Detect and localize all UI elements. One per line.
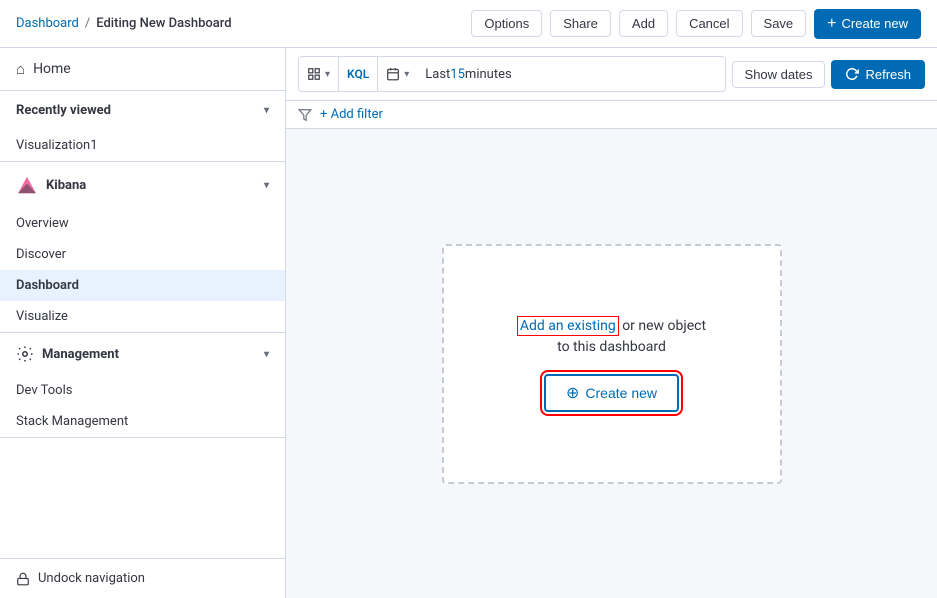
sidebar-item-overview[interactable]: Overview <box>0 208 285 239</box>
create-new-header-button[interactable]: + Create new <box>814 9 921 39</box>
kql-label: KQL <box>347 67 369 81</box>
save-button[interactable]: Save <box>751 10 807 37</box>
management-label: Management <box>42 347 119 362</box>
cancel-button[interactable]: Cancel <box>676 10 742 37</box>
management-chevron-icon: ▾ <box>264 349 269 360</box>
time-prefix: Last <box>425 67 450 82</box>
date-picker-button[interactable]: ▾ <box>378 57 417 91</box>
breadcrumb-separator: / <box>85 16 90 31</box>
kibana-header[interactable]: Kibana ▾ <box>0 162 285 208</box>
panel-icon <box>307 67 321 81</box>
top-actions: Options Share Add Cancel Save + Create n… <box>471 9 921 39</box>
undock-navigation[interactable]: Undock navigation <box>0 558 285 598</box>
management-header-inner: Management <box>16 345 119 363</box>
toolbar: ▾ KQL ▾ Last 15 minutes Show dates <box>286 48 937 101</box>
share-button[interactable]: Share <box>550 10 611 37</box>
top-header: Dashboard / Editing New Dashboard Option… <box>0 0 937 48</box>
add-filter-label: + Add filter <box>320 107 383 122</box>
create-new-header-label: Create new <box>842 16 908 31</box>
time-value: 15 <box>450 67 465 82</box>
dashboard-area: Add an existing or new object to this da… <box>286 129 937 598</box>
breadcrumb-current: Editing New Dashboard <box>96 16 231 31</box>
sidebar-item-dashboard[interactable]: Dashboard <box>0 270 285 301</box>
breadcrumb: Dashboard / Editing New Dashboard <box>16 16 232 31</box>
search-chevron-icon: ▾ <box>325 69 330 80</box>
search-icon-button[interactable]: ▾ <box>299 57 339 91</box>
options-button[interactable]: Options <box>471 10 542 37</box>
recently-viewed-label: Recently viewed <box>16 103 111 118</box>
add-filter-button[interactable]: + Add filter <box>320 107 383 122</box>
filter-icon-button[interactable] <box>298 108 312 122</box>
empty-text-line2: to this dashboard <box>557 339 666 355</box>
visualization1-label: Visualization1 <box>16 138 98 153</box>
recently-viewed-section: Recently viewed ▾ Visualization1 <box>0 91 285 162</box>
kibana-section: Kibana ▾ Overview Discover Dashboard Vis… <box>0 162 285 333</box>
sidebar-item-visualization1[interactable]: Visualization1 <box>0 130 285 161</box>
search-bar: ▾ KQL ▾ Last 15 minutes <box>298 56 726 92</box>
filter-icon <box>298 108 312 122</box>
main-content: ▾ KQL ▾ Last 15 minutes Show dates <box>286 48 937 598</box>
management-header[interactable]: Management ▾ <box>0 333 285 375</box>
sidebar-item-stackmanagement[interactable]: Stack Management <box>0 406 285 437</box>
add-button[interactable]: Add <box>619 10 668 37</box>
kibana-logo-icon <box>16 174 38 196</box>
create-new-dashboard-label: Create new <box>585 385 657 401</box>
sidebar-home-label: Home <box>33 61 71 77</box>
refresh-button[interactable]: Refresh <box>831 60 925 89</box>
time-suffix: minutes <box>465 67 512 82</box>
empty-dashboard-panel: Add an existing or new object to this da… <box>442 244 782 484</box>
management-section: Management ▾ Dev Tools Stack Management <box>0 333 285 438</box>
empty-text-prefix: or new object <box>622 318 706 334</box>
time-range-display: Last 15 minutes <box>417 67 724 82</box>
undock-label: Undock navigation <box>38 571 145 586</box>
chevron-down-icon: ▾ <box>264 105 269 116</box>
kibana-chevron-icon: ▾ <box>264 180 269 191</box>
add-existing-link[interactable]: Add an existing <box>517 316 619 336</box>
empty-message: Add an existing or new object to this da… <box>517 316 706 358</box>
show-dates-button[interactable]: Show dates <box>732 61 826 88</box>
layout: ⌂ Home Recently viewed ▾ Visualization1 <box>0 48 937 598</box>
refresh-icon <box>845 67 859 81</box>
plus-icon: + <box>827 15 836 33</box>
kibana-header-inner: Kibana <box>16 174 86 196</box>
sidebar-home[interactable]: ⌂ Home <box>0 48 285 91</box>
kql-button[interactable]: KQL <box>339 57 378 91</box>
home-icon: ⌂ <box>16 60 25 78</box>
calendar-icon <box>386 67 400 81</box>
refresh-label: Refresh <box>865 67 911 82</box>
filter-bar: + Add filter <box>286 101 937 129</box>
create-new-dashboard-button[interactable]: ⊕ Create new <box>544 374 679 412</box>
gear-icon <box>16 345 34 363</box>
sidebar: ⌂ Home Recently viewed ▾ Visualization1 <box>0 48 286 598</box>
kibana-label: Kibana <box>46 178 86 193</box>
sidebar-item-visualize[interactable]: Visualize <box>0 301 285 332</box>
lock-icon <box>16 572 30 586</box>
recently-viewed-header[interactable]: Recently viewed ▾ <box>0 91 285 130</box>
sidebar-item-discover[interactable]: Discover <box>0 239 285 270</box>
breadcrumb-home[interactable]: Dashboard <box>16 16 79 31</box>
calendar-chevron-icon: ▾ <box>404 69 409 80</box>
create-new-plus-icon: ⊕ <box>566 383 579 403</box>
sidebar-item-devtools[interactable]: Dev Tools <box>0 375 285 406</box>
